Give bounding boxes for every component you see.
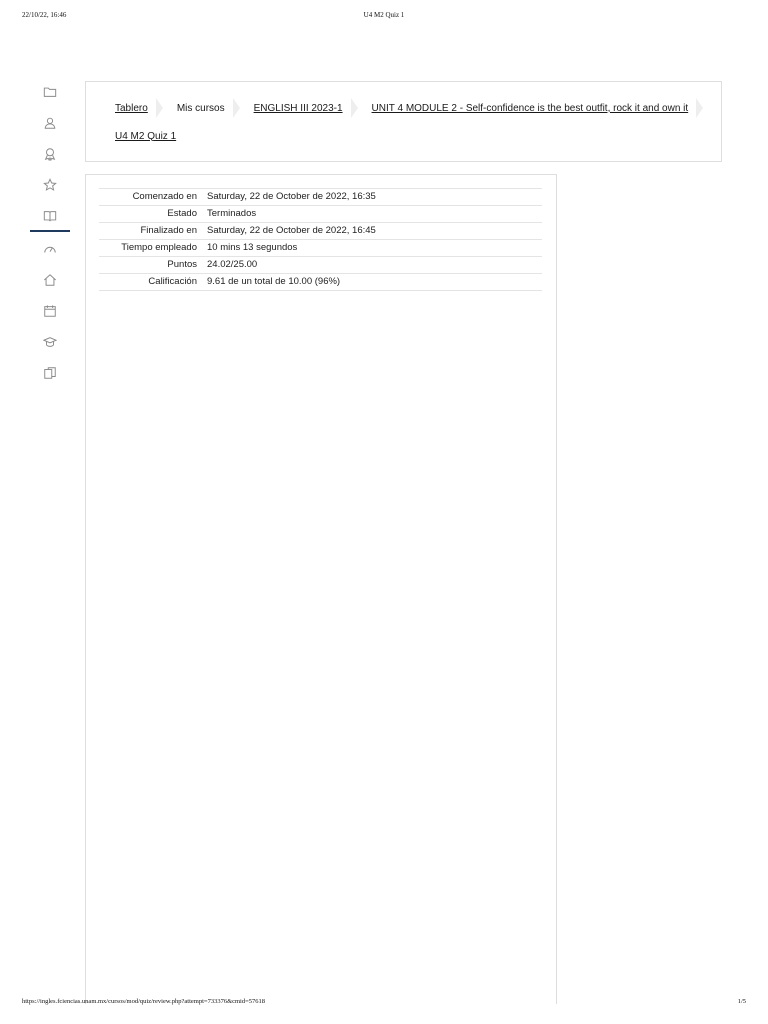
graduation-cap-icon[interactable] <box>28 326 72 357</box>
table-row: Finalizado en Saturday, 22 de October de… <box>99 222 542 240</box>
home-icon[interactable] <box>28 264 72 295</box>
summary-label: Calificación <box>148 276 197 287</box>
user-icon[interactable] <box>28 107 72 138</box>
calendar-icon[interactable] <box>28 295 72 326</box>
breadcrumb-separator-icon <box>350 98 359 118</box>
table-row: Comenzado en Saturday, 22 de October de … <box>99 188 542 206</box>
breadcrumb-separator-icon <box>696 98 704 118</box>
breadcrumb-link-tablero[interactable]: Tablero <box>115 103 148 114</box>
summary-label: Tiempo empleado <box>121 242 197 253</box>
breadcrumb-item-mis-cursos: Mis cursos <box>176 102 225 114</box>
star-icon[interactable] <box>28 169 72 200</box>
table-row: Puntos 24.02/25.00 <box>99 256 542 274</box>
summary-value: 9.61 de un total de 10.00 (96%) <box>207 276 341 287</box>
book-icon[interactable] <box>28 200 72 232</box>
summary-label: Comenzado en <box>132 191 197 202</box>
breadcrumb-link-course[interactable]: ENGLISH III 2023-1 <box>254 103 343 114</box>
print-url: https://ingles.fciencias.unam.mx/cursos/… <box>22 998 266 1005</box>
breadcrumb-link-module[interactable]: UNIT 4 MODULE 2 - Self-confidence is the… <box>372 103 689 114</box>
quiz-attempt-summary: Comenzado en Saturday, 22 de October de … <box>85 174 557 1004</box>
summary-label: Puntos <box>167 259 197 270</box>
table-row: Estado Terminados <box>99 205 542 223</box>
breadcrumb-separator-icon <box>232 98 241 118</box>
summary-value: Terminados <box>207 208 257 219</box>
summary-value: Saturday, 22 de October de 2022, 16:45 <box>207 225 376 236</box>
summary-value: 24.02/25.00 <box>207 259 258 270</box>
print-footer: https://ingles.fciencias.unam.mx/cursos/… <box>22 998 746 1010</box>
table-row: Calificación 9.61 de un total de 10.00 (… <box>99 273 542 291</box>
attempt-summary-table: Comenzado en Saturday, 22 de October de … <box>99 188 542 291</box>
files-icon[interactable] <box>28 357 72 388</box>
print-page-number: 1/5 <box>737 998 746 1005</box>
print-doc-title: U4 M2 Quiz 1 <box>363 11 405 19</box>
sidebar-nav <box>28 76 72 388</box>
dashboard-icon[interactable] <box>28 233 72 264</box>
summary-value: 10 mins 13 segundos <box>207 242 298 253</box>
breadcrumb-row: Tablero Mis cursos ENGLISH III 2023-1 UN… <box>115 98 717 118</box>
print-header: 22/10/22, 16:46 U4 M2 Quiz 1 <box>22 11 746 23</box>
breadcrumb: Tablero Mis cursos ENGLISH III 2023-1 UN… <box>85 81 722 162</box>
award-icon[interactable] <box>28 138 72 169</box>
breadcrumb-separator-icon <box>155 98 164 118</box>
summary-label: Finalizado en <box>140 225 197 236</box>
table-row: Tiempo empleado 10 mins 13 segundos <box>99 239 542 257</box>
breadcrumb-link-quiz[interactable]: U4 M2 Quiz 1 <box>115 131 176 142</box>
summary-value: Saturday, 22 de October de 2022, 16:35 <box>207 191 376 202</box>
breadcrumb-row: U4 M2 Quiz 1 <box>115 126 176 146</box>
folder-icon[interactable] <box>28 76 72 107</box>
summary-label: Estado <box>167 208 197 219</box>
